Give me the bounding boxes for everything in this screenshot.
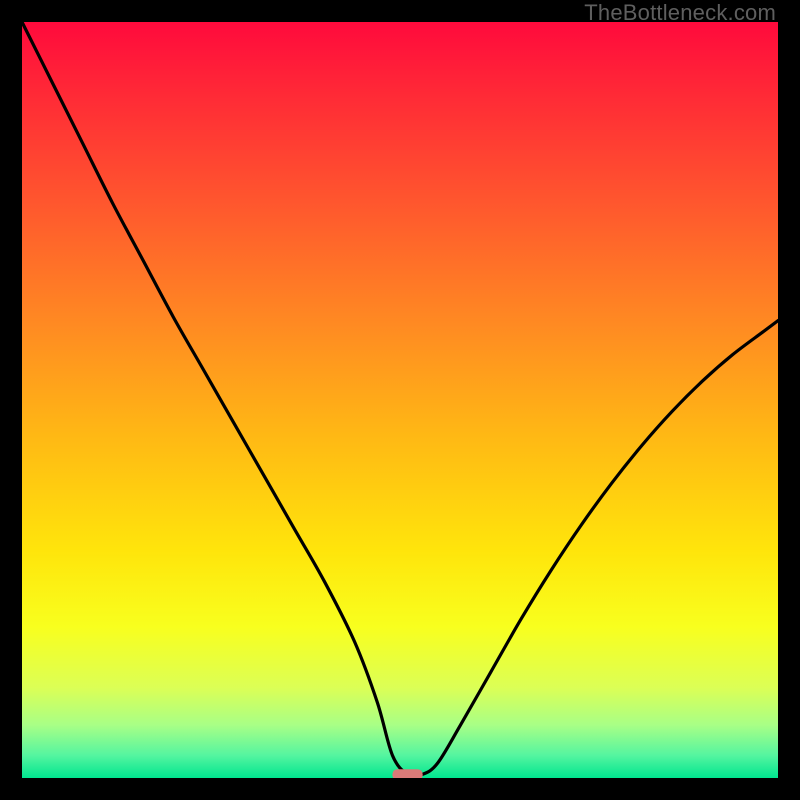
minimum-marker — [392, 769, 422, 778]
bottleneck-chart — [22, 22, 778, 778]
gradient-background — [22, 22, 778, 778]
watermark-text: TheBottleneck.com — [584, 0, 776, 26]
chart-frame — [22, 22, 778, 778]
